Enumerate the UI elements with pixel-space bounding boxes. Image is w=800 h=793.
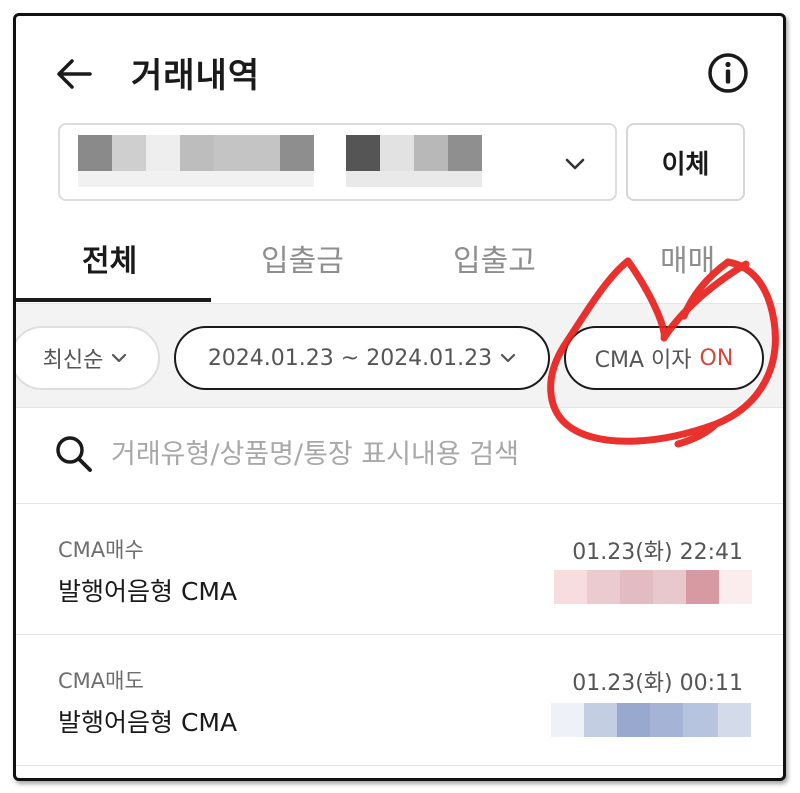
tab-all[interactable]: 전체	[82, 236, 137, 280]
page-title: 거래내역	[131, 56, 261, 96]
cma-interest-toggle[interactable]: CMA 이자 ON	[564, 326, 764, 390]
transaction-type: CMA매도	[58, 669, 144, 693]
transaction-time: 01.23(화) 22:41	[572, 540, 743, 565]
transaction-product: 발행어음형 CMA	[58, 708, 238, 737]
list-item[interactable]: CMA매수 발행어음형 CMA 01.23(화) 22:41	[16, 504, 783, 635]
info-icon[interactable]	[706, 51, 750, 95]
tab-bar: 전체 입출금 입출고 매매	[16, 216, 783, 304]
list-item[interactable]: CMA매도 발행어음형 CMA 01.23(화) 00:11	[16, 635, 783, 766]
date-range-label: 2024.01.23 ~ 2024.01.23	[207, 345, 493, 371]
search-bar	[16, 408, 783, 503]
tab-trade[interactable]: 매매	[660, 236, 715, 280]
filter-bar: 최신순 2024.01.23 ~ 2024.01.23 CMA 이자 ON	[16, 304, 783, 407]
masked-account-number	[78, 135, 498, 191]
chevron-down-icon	[501, 353, 516, 363]
masked-amount	[551, 703, 751, 737]
sort-filter-button[interactable]: 최신순	[16, 326, 160, 390]
active-tab-indicator	[16, 298, 211, 302]
arrow-left-icon[interactable]	[54, 54, 94, 94]
transaction-time: 01.23(화) 00:11	[572, 671, 743, 696]
transaction-type: CMA매수	[58, 538, 144, 562]
search-icon	[56, 436, 92, 472]
cma-interest-label: CMA 이자	[594, 348, 692, 373]
app-screen: 거래내역 이체 전체 입출금 입출고 매매 최신순 2024.01.23 ~ 2…	[13, 13, 786, 781]
tab-securities-in-out[interactable]: 입출고	[453, 236, 536, 280]
chevron-down-icon[interactable]	[564, 156, 586, 172]
transaction-product: 발행어음형 CMA	[58, 577, 238, 606]
cma-interest-state: ON	[699, 345, 734, 371]
header: 거래내역	[16, 16, 783, 126]
tab-deposit-withdrawal[interactable]: 입출금	[261, 236, 344, 280]
masked-amount	[554, 570, 752, 604]
date-range-filter-button[interactable]: 2024.01.23 ~ 2024.01.23	[174, 326, 550, 390]
divider	[16, 765, 783, 766]
sort-filter-label: 최신순	[42, 348, 104, 373]
transfer-button[interactable]: 이체	[626, 123, 745, 201]
search-input[interactable]	[111, 426, 751, 482]
account-selector[interactable]	[58, 123, 617, 201]
chevron-down-icon	[112, 353, 127, 363]
